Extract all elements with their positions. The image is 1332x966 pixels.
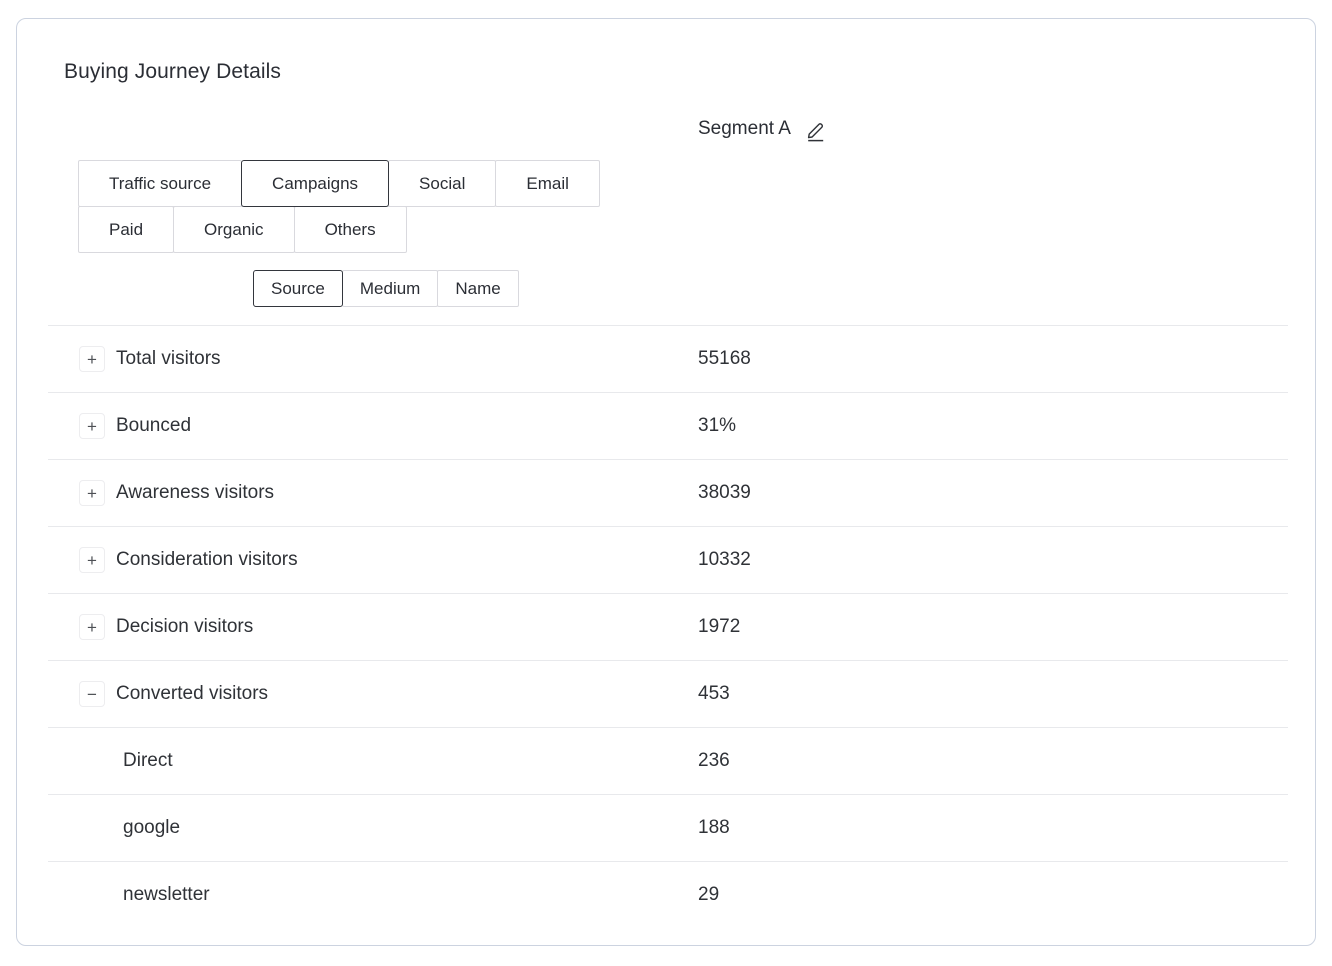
tab-row-tertiary: SourceMediumName: [253, 270, 1288, 307]
page: Buying Journey Details Segment A Traffic…: [0, 0, 1332, 966]
tab-source[interactable]: Source: [253, 270, 343, 307]
collapse-button[interactable]: −: [79, 681, 105, 707]
page-title: Buying Journey Details: [64, 59, 1288, 85]
expand-button[interactable]: +: [79, 346, 105, 372]
tab-paid[interactable]: Paid: [78, 206, 174, 253]
filter-tabs: Traffic sourceCampaignsSocialEmail PaidO…: [78, 160, 1288, 307]
table-row-direct: Direct 236: [48, 727, 1288, 794]
row-value: 236: [698, 750, 730, 772]
table-row-bounced: + Bounced 31%: [48, 392, 1288, 459]
plus-icon: +: [87, 552, 97, 569]
minus-icon: −: [87, 686, 97, 703]
tab-row-secondary: PaidOrganicOthers: [78, 206, 1288, 253]
row-label: Decision visitors: [116, 616, 253, 638]
plus-icon: +: [87, 351, 97, 368]
row-value: 188: [698, 817, 730, 839]
row-label: Bounced: [116, 415, 191, 437]
plus-icon: +: [87, 418, 97, 435]
edit-segment-button[interactable]: [806, 117, 826, 142]
expand-button[interactable]: +: [79, 413, 105, 439]
tab-email[interactable]: Email: [495, 160, 600, 207]
expand-button[interactable]: +: [79, 614, 105, 640]
table-row-awareness-visitors: + Awareness visitors 38039: [48, 459, 1288, 526]
table-row-total-visitors: + Total visitors 55168: [48, 325, 1288, 392]
pencil-icon: [806, 120, 826, 142]
tab-row-primary: Traffic sourceCampaignsSocialEmail: [78, 160, 1288, 207]
tab-medium[interactable]: Medium: [342, 270, 438, 307]
table-row-converted-visitors: − Converted visitors 453: [48, 660, 1288, 727]
tab-organic[interactable]: Organic: [173, 206, 295, 253]
journey-table: + Total visitors 55168 + Bounced 31% + Awarenes…: [48, 325, 1288, 928]
table-row-google: google 188: [48, 794, 1288, 861]
tab-social[interactable]: Social: [388, 160, 496, 207]
plus-icon: +: [87, 619, 97, 636]
row-label: Consideration visitors: [116, 549, 298, 571]
row-value: 1972: [698, 616, 740, 638]
row-label: newsletter: [123, 884, 210, 906]
row-label: Total visitors: [116, 348, 221, 370]
tab-others[interactable]: Others: [294, 206, 407, 253]
table-row-newsletter: newsletter 29: [48, 861, 1288, 928]
row-value: 31%: [698, 415, 736, 437]
row-value: 55168: [698, 348, 751, 370]
tab-traffic-source[interactable]: Traffic source: [78, 160, 242, 207]
row-value: 453: [698, 683, 730, 705]
buying-journey-card: Buying Journey Details Segment A Traffic…: [16, 18, 1316, 946]
segment-header-row: Segment A: [48, 116, 1288, 142]
row-label: Awareness visitors: [116, 482, 274, 504]
tab-name[interactable]: Name: [437, 270, 518, 307]
plus-icon: +: [87, 485, 97, 502]
row-value: 10332: [698, 549, 751, 571]
row-label: Direct: [123, 750, 173, 772]
row-label: google: [123, 817, 180, 839]
segment-name: Segment A: [698, 116, 791, 142]
expand-button[interactable]: +: [79, 480, 105, 506]
row-value: 38039: [698, 482, 751, 504]
row-label: Converted visitors: [116, 683, 268, 705]
expand-button[interactable]: +: [79, 547, 105, 573]
table-row-consideration-visitors: + Consideration visitors 10332: [48, 526, 1288, 593]
tab-campaigns[interactable]: Campaigns: [241, 160, 389, 207]
segment-header: Segment A: [698, 116, 826, 142]
row-value: 29: [698, 884, 719, 906]
table-row-decision-visitors: + Decision visitors 1972: [48, 593, 1288, 660]
